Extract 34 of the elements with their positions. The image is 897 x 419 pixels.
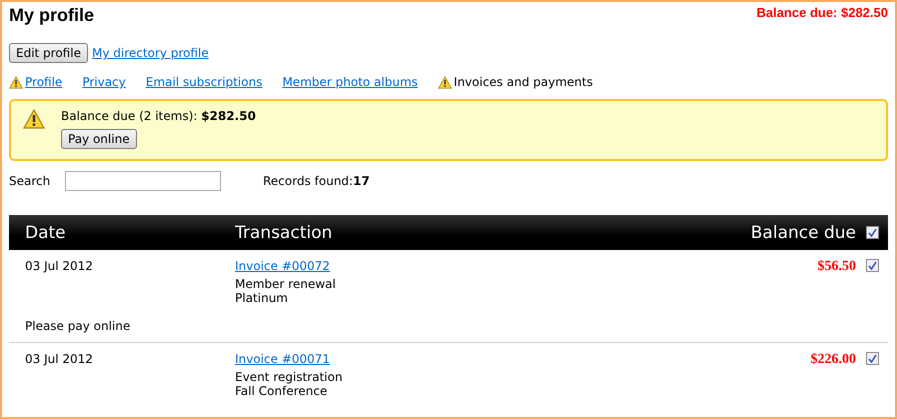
checkbox[interactable] bbox=[866, 352, 879, 365]
balance-summary: Balance due: $282.50 bbox=[756, 5, 888, 20]
transaction-detail: Member renewal bbox=[235, 277, 337, 291]
profile-tab[interactable]: Profile bbox=[9, 75, 62, 89]
warning-icon bbox=[23, 109, 45, 129]
transaction-detail: Fall Conference bbox=[235, 384, 328, 398]
amount-cell-text: $226.00 bbox=[810, 352, 857, 369]
profile-tab[interactable]: Email subscriptions bbox=[146, 75, 262, 89]
pay-online-button[interactable]: Pay online bbox=[61, 129, 137, 149]
column-header: Transaction bbox=[235, 222, 334, 242]
checkbox[interactable] bbox=[866, 259, 879, 272]
warning-icon bbox=[9, 76, 23, 88]
warning-icon bbox=[438, 76, 452, 88]
search-field[interactable] bbox=[65, 171, 221, 191]
profile-tab[interactable]: Member photo albums bbox=[282, 75, 418, 89]
invoice-link[interactable]: Invoice #00072 bbox=[235, 259, 706, 273]
column-header: Date bbox=[25, 222, 67, 242]
records-found: Records found:17 bbox=[263, 174, 370, 188]
column-header: Balance due bbox=[750, 222, 857, 242]
page-title: My profile bbox=[9, 5, 94, 26]
profile-tab[interactable]: Invoices and payments bbox=[438, 75, 593, 89]
invoice-link[interactable]: Invoice #00071 bbox=[235, 352, 706, 366]
transaction-detail: Event registration bbox=[235, 370, 344, 384]
date-cell-text: 03 Jul 2012 bbox=[25, 352, 94, 368]
edit-profile-button[interactable]: Edit profile bbox=[9, 43, 88, 63]
search-label: Search bbox=[9, 174, 52, 188]
amount-cell-text: $56.50 bbox=[816, 259, 857, 276]
row-note: Please pay online bbox=[25, 319, 132, 333]
alert-text: Balance due (2 items): $282.50 bbox=[61, 109, 256, 123]
checkbox[interactable] bbox=[866, 226, 879, 239]
date-cell-text: 03 Jul 2012 bbox=[25, 259, 94, 275]
directory-link[interactable]: My directory profile bbox=[92, 46, 209, 60]
profile-tab[interactable]: Privacy bbox=[82, 75, 126, 89]
transaction-detail: Platinum bbox=[235, 291, 289, 305]
